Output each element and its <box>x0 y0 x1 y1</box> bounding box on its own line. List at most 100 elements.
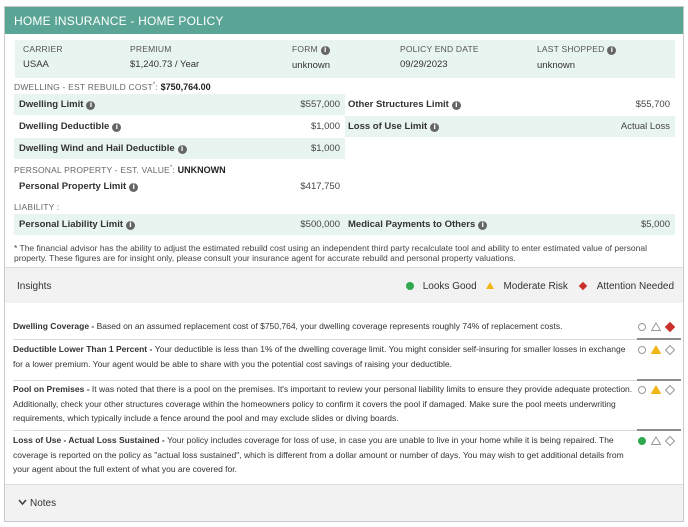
legend-attention-needed: Attention Needed <box>578 281 674 292</box>
premium-value: $1,240.73 / Year <box>130 59 200 70</box>
card-title: HOME INSURANCE - HOME POLICY <box>14 14 224 28</box>
title-separator: : <box>155 82 159 92</box>
end-date-value: 09/29/2023 <box>400 59 448 70</box>
insight-text: It was noted that there is a pool on the… <box>13 384 633 423</box>
diamond-outline-icon <box>665 435 675 446</box>
personal-liability-value: $500,000 <box>300 219 340 230</box>
card-header: HOME INSURANCE - HOME POLICY <box>5 7 683 34</box>
divider <box>13 429 681 431</box>
last-shopped-label: LAST SHOPPED <box>537 44 605 54</box>
legend-looks-good: Looks Good <box>405 281 477 292</box>
personal-property-limit-label: Personal Property Limit <box>19 181 127 192</box>
insight-item: Deductible Lower Than 1 Percent - Your d… <box>13 342 681 371</box>
divider <box>13 338 681 340</box>
circle-filled-icon <box>638 436 647 445</box>
premium-label: PREMIUM <box>130 44 172 54</box>
notes-toggle[interactable]: Notes <box>5 484 683 521</box>
red-diamond-icon <box>578 281 587 291</box>
insight-item: Pool on Premises - It was noted that the… <box>13 382 681 426</box>
legend-moderate-risk: Moderate Risk <box>486 281 568 292</box>
other-structures-value: $55,700 <box>635 99 670 110</box>
insight-text: Based on an assumed replacement cost of … <box>96 321 563 331</box>
insights-header: Insights Looks Good Moderate Risk Attent… <box>5 267 683 303</box>
green-dot-icon <box>405 282 414 290</box>
dwelling-rebuild-value: $750,764.00 <box>160 82 211 92</box>
loss-of-use-value: Actual Loss <box>620 121 670 132</box>
status-indicator <box>636 342 675 356</box>
chevron-down-icon <box>18 499 27 506</box>
yellow-triangle-icon <box>486 282 495 289</box>
status-indicator <box>636 382 675 396</box>
other-structures-label: Other Structures Limit <box>348 99 449 110</box>
dwelling-deductible-value: $1,000 <box>310 121 340 132</box>
info-icon[interactable]: i <box>607 46 617 55</box>
insights-title: Insights <box>17 281 52 292</box>
medical-payments-value: $5,000 <box>640 219 670 230</box>
end-date-col: POLICY END DATE 09/29/2023 <box>400 44 479 70</box>
triangle-outline-icon <box>650 322 661 332</box>
triangle-outline-icon <box>650 436 661 446</box>
policy-summary: CARRIER USAA PREMIUM $1,240.73 / Year FO… <box>15 40 675 78</box>
info-icon[interactable]: i <box>451 101 461 110</box>
insights-legend: Looks Good Moderate Risk Attention Neede… <box>399 281 674 292</box>
personal-liability-label: Personal Liability Limit <box>19 219 123 230</box>
form-label: FORM <box>292 44 318 54</box>
end-date-label: POLICY END DATE <box>400 44 479 54</box>
dwelling-section-title: DWELLING - EST REBUILD COST*: $750,764.0… <box>14 82 211 92</box>
notes-label: Notes <box>30 498 57 509</box>
personal-property-limit-value: $417,750 <box>300 181 340 192</box>
dwelling-limit-row: Dwelling Limit i $557,000 <box>14 94 345 115</box>
dwelling-deductible-label: Dwelling Deductible <box>19 121 110 132</box>
info-icon[interactable]: i <box>129 183 139 192</box>
carrier-value: USAA <box>23 59 49 70</box>
dwelling-deductible-row: Dwelling Deductible i $1,000 <box>14 116 345 137</box>
insight-item: Loss of Use - Actual Loss Sustained - Yo… <box>13 433 681 477</box>
diamond-filled-icon <box>665 321 675 332</box>
last-shopped-value: unknown <box>537 60 576 71</box>
personal-property-value: UNKNOWN <box>177 165 226 175</box>
info-icon[interactable]: i <box>86 101 96 110</box>
medical-payments-label: Medical Payments to Others <box>348 219 476 230</box>
info-icon[interactable]: i <box>112 123 122 132</box>
info-icon[interactable]: i <box>177 145 187 154</box>
personal-property-limit-row: Personal Property Limit i $417,750 <box>14 176 345 197</box>
last-shopped-col: LAST SHOPPED i unknown <box>537 44 617 71</box>
wind-hail-label: Dwelling Wind and Hail Deductible <box>19 143 175 154</box>
triangle-filled-icon <box>650 345 661 355</box>
loss-of-use-label: Loss of Use Limit <box>348 121 428 132</box>
wind-hail-value: $1,000 <box>310 143 340 154</box>
home-policy-card: HOME INSURANCE - HOME POLICY CARRIER USA… <box>4 6 684 522</box>
circle-outline-icon <box>638 345 647 354</box>
liability-section-title: LIABILITY : <box>14 202 60 212</box>
insight-title: Deductible Lower Than 1 Percent - <box>13 344 155 354</box>
status-indicator <box>636 433 675 447</box>
wind-hail-row: Dwelling Wind and Hail Deductible i $1,00… <box>14 138 345 159</box>
info-icon[interactable]: i <box>478 221 488 230</box>
dwelling-limit-label: Dwelling Limit <box>19 99 84 110</box>
other-structures-row: Other Structures Limit i $55,700 <box>345 94 675 115</box>
triangle-filled-icon <box>650 385 661 395</box>
status-indicator <box>636 319 675 333</box>
info-icon[interactable]: i <box>430 123 440 132</box>
insight-title: Dwelling Coverage - <box>13 321 97 331</box>
diamond-outline-icon <box>665 344 675 355</box>
carrier-label: CARRIER <box>23 44 63 54</box>
footnote: * The financial advisor has the ability … <box>14 243 648 263</box>
circle-outline-icon <box>638 322 647 331</box>
personal-liability-row: Personal Liability Limit i $500,000 <box>14 214 345 235</box>
title-separator: : <box>172 165 176 175</box>
personal-property-section-title: PERSONAL PROPERTY - EST. VALUE*: UNKNOWN <box>14 165 226 175</box>
circle-outline-icon <box>638 385 647 394</box>
insight-title: Loss of Use - Actual Loss Sustained - <box>13 435 168 445</box>
insight-title: Pool on Premises - <box>13 384 92 394</box>
dwelling-limit-value: $557,000 <box>300 99 340 110</box>
form-value: unknown <box>292 60 331 71</box>
loss-of-use-row: Loss of Use Limit i Actual Loss <box>345 116 675 137</box>
medical-payments-row: Medical Payments to Others i $5,000 <box>345 214 675 235</box>
insight-item: Dwelling Coverage - Based on an assumed … <box>13 319 681 334</box>
carrier-col: CARRIER USAA <box>23 44 63 70</box>
premium-col: PREMIUM $1,240.73 / Year <box>130 44 199 70</box>
info-icon[interactable]: i <box>320 46 330 55</box>
info-icon[interactable]: i <box>126 221 135 230</box>
divider <box>13 379 681 381</box>
